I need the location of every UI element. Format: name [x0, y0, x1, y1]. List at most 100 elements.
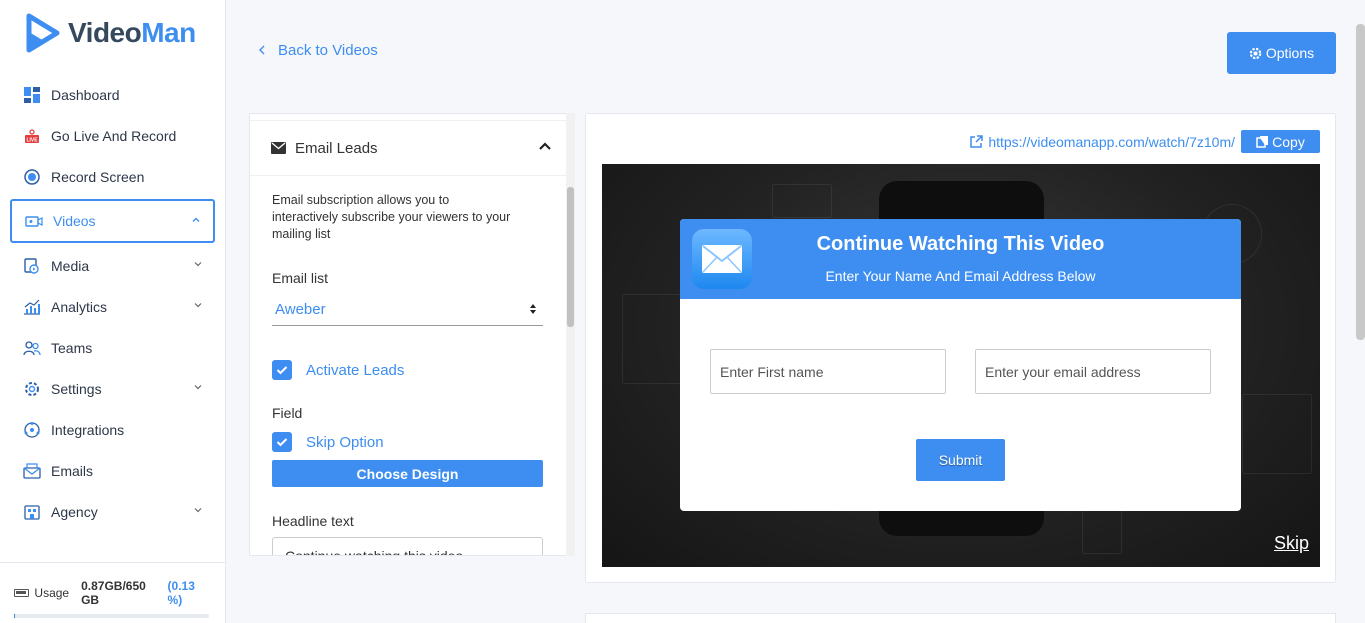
logo-text: VideoMan [68, 17, 196, 48]
copy-button[interactable]: Copy [1241, 130, 1320, 153]
chevron-up-icon [192, 217, 200, 222]
usage-progress-bar [14, 614, 209, 618]
chevron-down-icon [194, 385, 202, 390]
sidebar-item-settings[interactable]: Settings [10, 368, 215, 409]
back-label: Back to Videos [278, 42, 378, 59]
activate-leads-label: Activate Leads [306, 361, 405, 379]
sidebar-item-label: Integrations [51, 421, 125, 438]
usage-percent: (0.13 %) [167, 579, 195, 607]
panel-description: Email subscription allows you to interac… [272, 193, 511, 241]
sidebar-item-analytics[interactable]: Analytics [10, 286, 215, 327]
email-capture-popup: Continue Watching This Video Enter Your … [680, 219, 1241, 511]
checkmark-icon [272, 432, 292, 452]
sidebar-item-label: Agency [51, 503, 98, 520]
svg-text:LIVE: LIVE [26, 137, 38, 143]
envelope-icon [271, 142, 286, 154]
panel-scrollbar[interactable] [566, 113, 575, 556]
sidebar-nav: Dashboard LIVE Go Live And Record Record… [10, 74, 215, 532]
sidebar-item-media[interactable]: Media [10, 245, 215, 286]
secondary-card [585, 613, 1336, 623]
chevron-down-icon [194, 262, 202, 267]
sidebar-item-label: Videos [53, 213, 96, 229]
share-url-row: https://videomanapp.com/watch/7z10m/ Cop… [970, 130, 1320, 153]
email-leads-header[interactable]: Email Leads [250, 120, 574, 176]
choose-design-button[interactable]: Choose Design [272, 460, 543, 487]
video-icon [24, 211, 44, 231]
activate-leads-checkbox[interactable]: Activate Leads [272, 360, 544, 380]
sidebar-item-teams[interactable]: Teams [10, 327, 215, 368]
chevron-left-icon [258, 43, 266, 58]
gear-icon [22, 379, 42, 399]
usage-label: Usage [34, 586, 70, 600]
preview-card: https://videomanapp.com/watch/7z10m/ Cop… [585, 113, 1336, 583]
usage-progress-fill [14, 614, 15, 618]
chevron-up-icon[interactable] [538, 141, 552, 151]
email-list-value: Aweber [275, 301, 326, 318]
panel-scrollbar-thumb[interactable] [567, 187, 574, 327]
background-doodle [1082, 504, 1122, 554]
integrations-icon [22, 420, 42, 440]
chevron-down-icon [194, 508, 202, 513]
share-url-text: https://videomanapp.com/watch/7z10m/ [988, 133, 1235, 150]
popup-title: Continue Watching This Video [816, 233, 1105, 255]
sidebar-item-label: Emails [51, 462, 94, 479]
background-doodle [1242, 394, 1312, 474]
sidebar-item-label: Teams [51, 339, 93, 356]
skip-option-checkbox[interactable]: Skip Option [272, 432, 544, 452]
sidebar-item-dashboard[interactable]: Dashboard [10, 74, 215, 115]
sidebar-item-emails[interactable]: Emails [10, 450, 215, 491]
sidebar-item-label: Record Screen [51, 168, 145, 185]
copy-icon [1256, 136, 1269, 148]
panel-title: Email Leads [295, 139, 378, 157]
sidebar-item-go-live[interactable]: LIVE Go Live And Record [10, 115, 215, 156]
sidebar-item-integrations[interactable]: Integrations [10, 409, 215, 450]
headline-input[interactable]: Continue watching this video [272, 537, 543, 555]
sidebar-item-label: Go Live And Record [51, 127, 177, 144]
record-icon [22, 167, 42, 187]
copy-label: Copy [1272, 133, 1305, 150]
first-name-input[interactable]: Enter First name [710, 349, 946, 394]
email-list-select[interactable]: Aweber [272, 294, 543, 326]
back-to-videos-link[interactable]: Back to Videos [258, 42, 378, 59]
field-label: Field [272, 405, 303, 421]
headline-label: Headline text [272, 513, 354, 529]
share-url-link[interactable]: https://videomanapp.com/watch/7z10m/ [970, 134, 1235, 150]
external-link-icon [970, 135, 984, 148]
skip-option-label: Skip Option [306, 433, 384, 451]
video-preview[interactable]: Continue Watching This Video Enter Your … [602, 164, 1320, 567]
email-list-label: Email list [272, 270, 329, 286]
sidebar-item-label: Analytics [51, 298, 108, 315]
sidebar-item-label: Settings [51, 380, 102, 397]
media-icon [22, 256, 42, 276]
logo[interactable]: VideoMan [24, 12, 196, 54]
sidebar-item-record-screen[interactable]: Record Screen [10, 156, 215, 197]
options-label: Options [1265, 45, 1315, 61]
analytics-icon [22, 297, 42, 317]
checkmark-icon [272, 360, 292, 380]
dashboard-icon [22, 85, 42, 105]
storage-usage: Usage 0.87GB/650 GB (0.13 %) [0, 562, 225, 623]
page-scrollbar-thumb[interactable] [1356, 24, 1365, 340]
battery-icon [14, 589, 30, 597]
logo-play-icon [26, 13, 60, 53]
gear-icon [1249, 47, 1262, 59]
live-icon: LIVE [22, 126, 42, 146]
chevron-down-icon [194, 303, 202, 308]
sidebar-item-label: Dashboard [51, 86, 120, 103]
submit-button[interactable]: Submit [916, 439, 1005, 481]
popup-header: Continue Watching This Video Enter Your … [680, 219, 1241, 299]
select-arrows-icon [530, 304, 536, 314]
options-button[interactable]: Options [1227, 32, 1336, 74]
teams-icon [22, 338, 42, 358]
emails-icon [22, 461, 42, 481]
email-input[interactable]: Enter your email address [975, 349, 1211, 394]
usage-value: 0.87GB/650 GB [81, 579, 146, 607]
popup-subtitle: Enter Your Name And Email Address Below [825, 268, 1096, 284]
skip-link[interactable]: Skip [1274, 533, 1309, 554]
agency-icon [22, 502, 42, 522]
sidebar-item-agency[interactable]: Agency [10, 491, 215, 532]
sidebar-item-videos[interactable]: Videos [10, 199, 215, 243]
background-doodle [622, 294, 682, 384]
background-doodle [772, 184, 832, 218]
sidebar-item-label: Media [51, 257, 90, 274]
